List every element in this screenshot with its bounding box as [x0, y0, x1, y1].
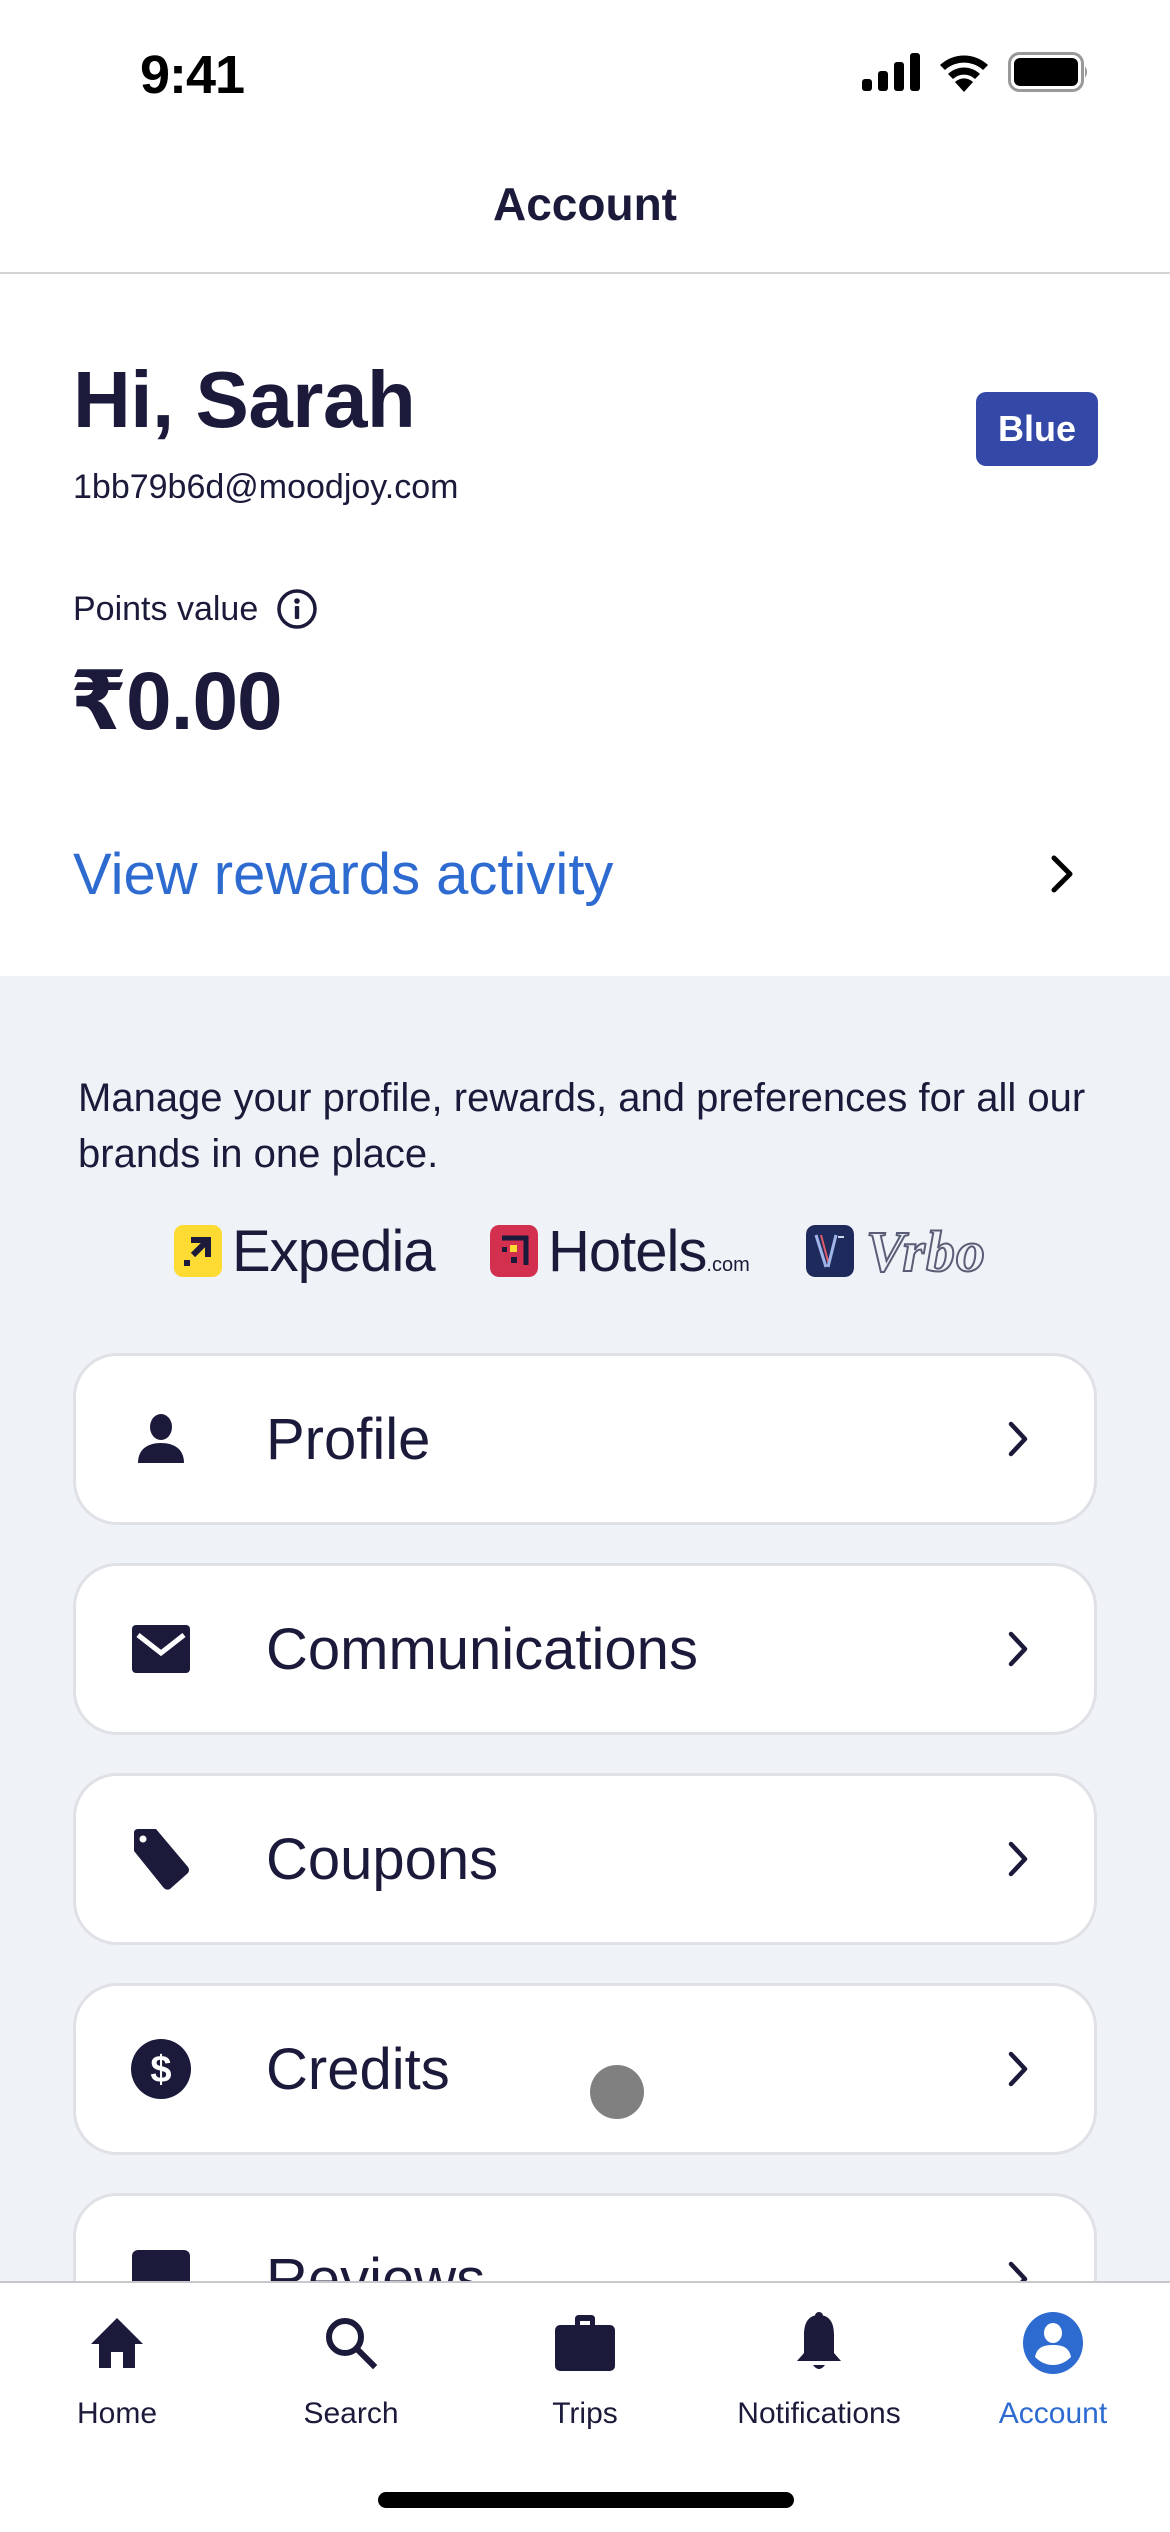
envelope-icon — [129, 1617, 193, 1681]
points-value: ₹0.00 — [70, 656, 283, 747]
status-icons — [862, 52, 1090, 92]
tab-trips[interactable]: Trips — [468, 2283, 702, 2443]
chevron-right-icon — [1008, 1421, 1028, 1457]
person-icon — [129, 1407, 193, 1471]
tab-label: Notifications — [737, 2397, 901, 2430]
expedia-wordmark: Expedia — [232, 1218, 436, 1284]
bell-icon — [787, 2311, 851, 2375]
hotels-logo: Hotels.com — [490, 1216, 750, 1286]
points-label-row: Points value — [73, 588, 318, 630]
hotels-mark-icon — [490, 1225, 538, 1277]
greeting: Hi, Sarah — [73, 355, 416, 444]
tab-notifications[interactable]: Notifications — [702, 2283, 936, 2443]
info-icon[interactable] — [276, 588, 318, 630]
chevron-right-icon — [1008, 2051, 1028, 2087]
hotels-wordmark: Hotels.com — [548, 1218, 750, 1285]
tab-label: Account — [998, 2397, 1108, 2430]
chevron-right-icon — [1008, 1631, 1028, 1667]
menu-item-label: Communications — [266, 1616, 698, 1682]
tab-home[interactable]: Home — [0, 2283, 234, 2443]
wifi-icon — [940, 55, 988, 92]
email-address: 1bb79b6d@moodjoy.com — [73, 468, 459, 506]
home-indicator[interactable] — [378, 2492, 794, 2508]
points-label: Points value — [73, 589, 259, 628]
tab-label: Search — [303, 2397, 399, 2430]
expedia-logo: Expedia — [174, 1216, 436, 1286]
account-summary: Hi, Sarah Blue 1bb79b6d@moodjoy.com Poin… — [0, 274, 1170, 976]
touch-indicator — [590, 2065, 644, 2119]
vrbo-mark-icon — [806, 1225, 854, 1277]
vrbo-wordmark: Vrbo — [865, 1218, 987, 1285]
tab-account[interactable]: Account — [936, 2283, 1170, 2443]
hotels-name: Hotels — [548, 1218, 707, 1284]
menu-item-coupons[interactable]: Coupons — [73, 1773, 1097, 1945]
menu-item-label: Credits — [266, 2036, 450, 2102]
svg-text:$: $ — [150, 2049, 171, 2091]
menu-item-credits[interactable]: $ Credits — [73, 1983, 1097, 2155]
dollar-circle-icon: $ — [129, 2037, 193, 2101]
menu-item-label: Profile — [266, 1406, 431, 1472]
briefcase-icon — [553, 2311, 617, 2375]
battery-icon — [1008, 52, 1087, 92]
account-circle-icon — [1021, 2311, 1085, 2375]
status-time: 9:41 — [140, 45, 245, 105]
view-rewards-activity-label: View rewards activity — [73, 841, 614, 907]
tier-badge: Blue — [976, 392, 1098, 466]
menu-item-label: Coupons — [266, 1826, 499, 1892]
home-icon — [85, 2311, 149, 2375]
header: Account — [0, 150, 1170, 274]
brands-description: Manage your profile, rewards, and prefer… — [78, 1076, 1086, 1176]
tab-label: Home — [76, 2397, 158, 2430]
expedia-mark-icon — [174, 1225, 222, 1277]
vrbo-logo: Vrbo — [806, 1216, 986, 1286]
chevron-right-icon — [1008, 1841, 1028, 1877]
menu-item-communications[interactable]: Communications — [73, 1563, 1097, 1735]
tab-search[interactable]: Search — [234, 2283, 468, 2443]
page-title: Account — [493, 178, 677, 230]
chevron-right-icon — [1051, 855, 1073, 893]
hotels-suffix: .com — [706, 1253, 750, 1276]
search-icon — [319, 2311, 383, 2375]
tag-icon — [129, 1827, 193, 1891]
brand-logos: Expedia Hotels.com Vrbo — [0, 1216, 1170, 1286]
status-bar: 9:41 — [0, 0, 1170, 150]
menu-item-profile[interactable]: Profile — [73, 1353, 1097, 1525]
view-rewards-activity-link[interactable]: View rewards activity — [0, 814, 1170, 934]
tab-label: Trips — [552, 2397, 618, 2430]
cellular-signal-icon — [862, 53, 920, 91]
